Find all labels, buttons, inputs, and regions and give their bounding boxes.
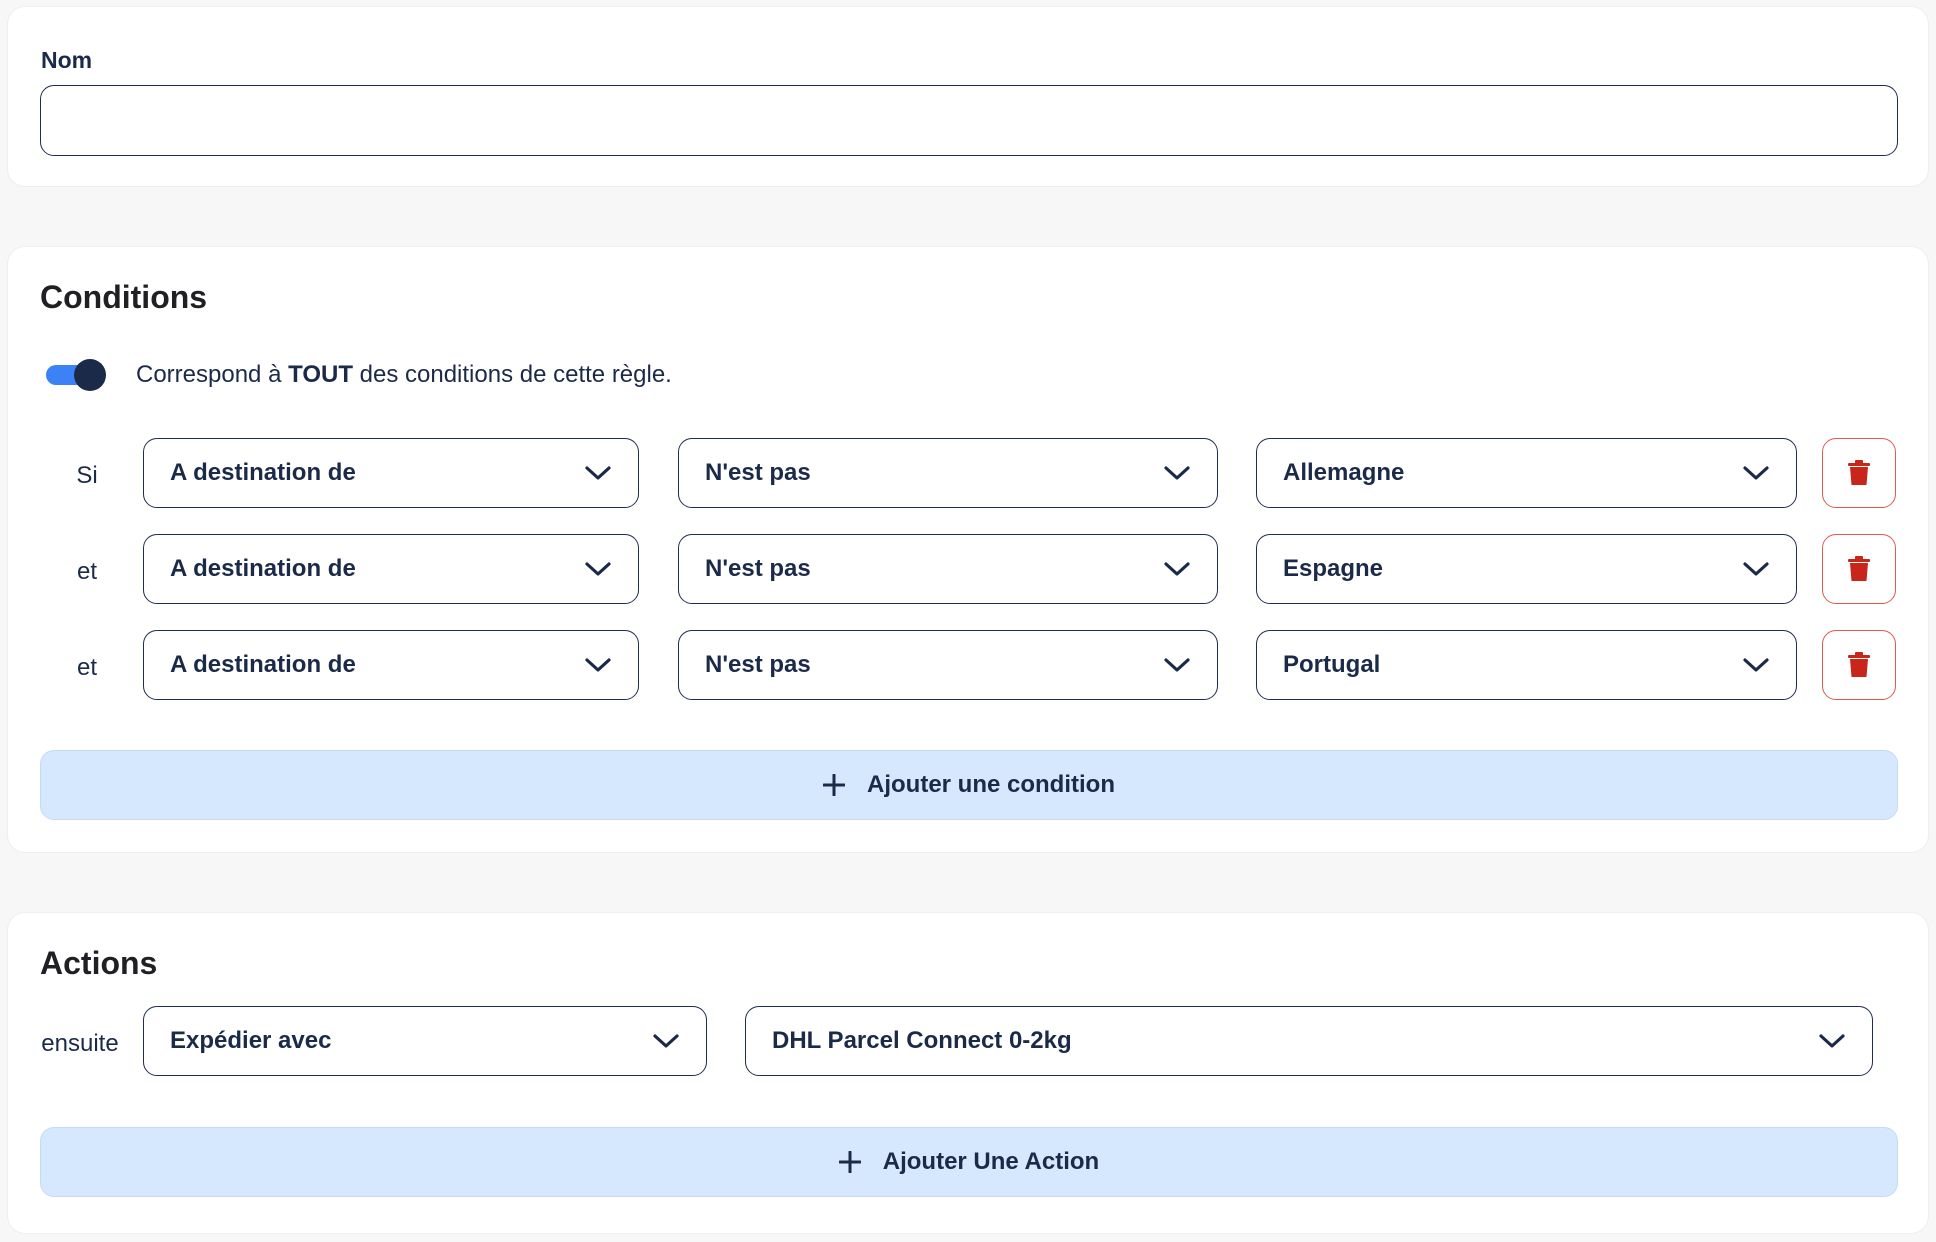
add-condition-button[interactable]: Ajouter une condition: [40, 750, 1898, 820]
chevron-down-icon: [653, 1034, 679, 1048]
condition-field-value: A destination de: [170, 651, 356, 678]
action-type-value: Expédier avec: [170, 1027, 332, 1054]
condition-field-value: A destination de: [170, 459, 356, 486]
condition-operator-select[interactable]: N'est pas: [678, 534, 1218, 604]
delete-condition-button[interactable]: [1822, 630, 1896, 700]
add-action-label: Ajouter Une Action: [882, 1148, 1100, 1175]
trash-icon: [1848, 652, 1870, 677]
condition-prefix: Si: [76, 462, 98, 489]
plus-icon: [838, 1151, 861, 1173]
actions-title: Actions: [40, 945, 158, 981]
condition-value-value: Espagne: [1283, 555, 1384, 582]
carrier-value: DHL Parcel Connect 0-2kg: [772, 1027, 1072, 1054]
trash-icon: [1848, 460, 1870, 485]
name-label: Nom: [41, 47, 93, 73]
condition-prefix: et: [76, 654, 97, 681]
match-all-toggle[interactable]: [46, 359, 110, 391]
delete-condition-button[interactable]: [1822, 438, 1896, 508]
delete-condition-button[interactable]: [1822, 534, 1896, 604]
chevron-down-icon: [1819, 1034, 1845, 1048]
condition-field-select[interactable]: A destination de: [143, 438, 639, 508]
condition-value-select[interactable]: Portugal: [1256, 630, 1797, 700]
condition-field-value: A destination de: [170, 555, 356, 582]
chevron-down-icon: [1743, 466, 1769, 480]
name-input[interactable]: [40, 85, 1898, 156]
condition-operator-select[interactable]: N'est pas: [678, 438, 1218, 508]
chevron-down-icon: [585, 562, 611, 576]
add-action-button[interactable]: Ajouter Une Action: [40, 1127, 1898, 1197]
trash-icon: [1848, 556, 1870, 581]
chevron-down-icon: [1164, 466, 1190, 480]
condition-value-value: Portugal: [1283, 651, 1381, 678]
chevron-down-icon: [1164, 562, 1190, 576]
match-all-label: Correspond à TOUT des conditions de cett…: [136, 361, 672, 388]
chevron-down-icon: [585, 658, 611, 672]
carrier-select[interactable]: DHL Parcel Connect 0-2kg: [745, 1006, 1873, 1076]
name-card: Nom: [7, 6, 1929, 187]
condition-field-select[interactable]: A destination de: [143, 534, 639, 604]
chevron-down-icon: [1164, 658, 1190, 672]
condition-value-select[interactable]: Allemagne: [1256, 438, 1797, 508]
add-condition-label: Ajouter une condition: [867, 771, 1115, 798]
condition-operator-value: N'est pas: [705, 459, 811, 486]
chevron-down-icon: [1743, 562, 1769, 576]
toggle-knob: [74, 359, 106, 391]
actions-card: Actions ensuite Expédier avec DHL Parcel…: [7, 912, 1929, 1234]
condition-value-select[interactable]: Espagne: [1256, 534, 1797, 604]
action-type-select[interactable]: Expédier avec: [143, 1006, 707, 1076]
condition-field-select[interactable]: A destination de: [143, 630, 639, 700]
condition-operator-select[interactable]: N'est pas: [678, 630, 1218, 700]
condition-operator-value: N'est pas: [705, 651, 811, 678]
condition-value-value: Allemagne: [1283, 459, 1405, 486]
chevron-down-icon: [1743, 658, 1769, 672]
condition-prefix: et: [76, 558, 97, 585]
conditions-title: Conditions: [40, 279, 208, 315]
condition-operator-value: N'est pas: [705, 555, 811, 582]
action-prefix: ensuite: [41, 1030, 119, 1057]
conditions-card: Conditions Correspond à TOUT des conditi…: [7, 246, 1929, 853]
chevron-down-icon: [585, 466, 611, 480]
plus-icon: [823, 774, 845, 796]
